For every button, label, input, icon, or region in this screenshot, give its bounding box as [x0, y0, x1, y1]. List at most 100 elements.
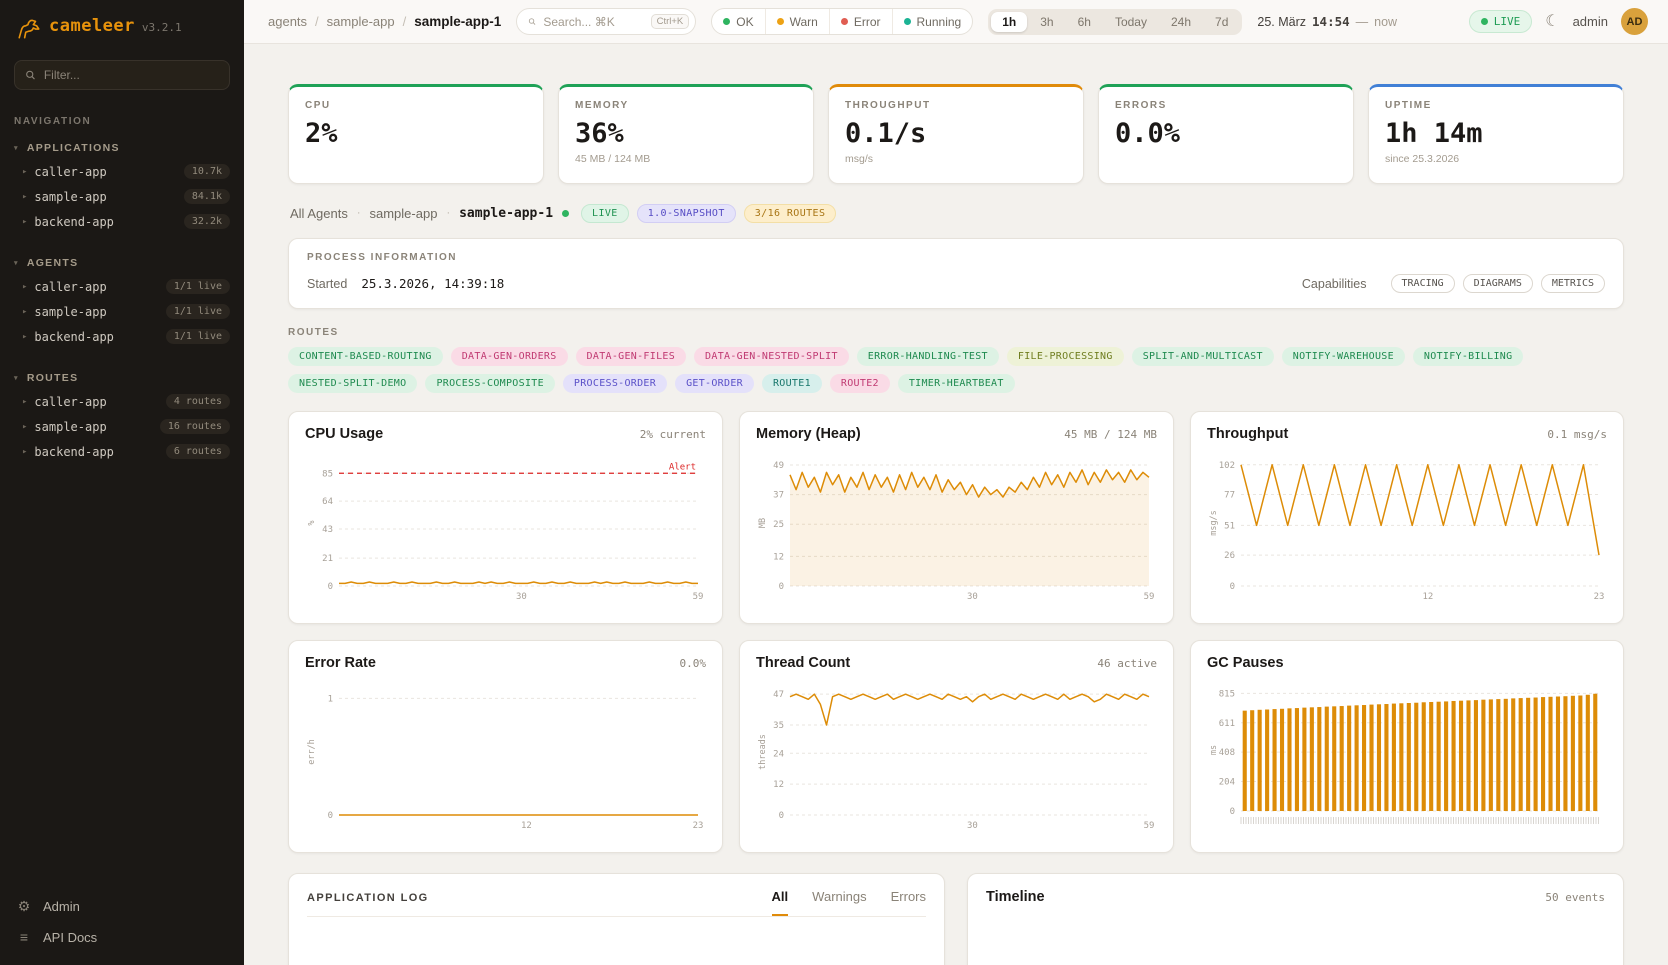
route-chip-split-and-multicast[interactable]: SPLIT-AND-MULTICAST — [1132, 347, 1274, 366]
chart-svg-gc-pauses: 0204408611815ms — [1207, 679, 1607, 831]
datetime-picker[interactable]: 25. März 14:54 — now — [1257, 14, 1397, 29]
date-label: 25. März — [1257, 15, 1306, 29]
status-filter-ok[interactable]: OK — [712, 9, 765, 34]
log-tab-warnings[interactable]: Warnings — [812, 889, 866, 916]
range-button-1h[interactable]: 1h — [991, 12, 1027, 32]
sidebar-item-backend-app[interactable]: ▸backend-app32.2k — [0, 209, 244, 234]
route-chip-get-order[interactable]: GET-ORDER — [675, 374, 754, 393]
section-label: APPLICATIONS — [27, 142, 120, 154]
route-chip-process-composite[interactable]: PROCESS-COMPOSITE — [425, 374, 554, 393]
route-chip-route2[interactable]: ROUTE2 — [830, 374, 890, 393]
stat-card-errors: ERRORS0.0% — [1098, 84, 1354, 184]
search-input[interactable] — [543, 15, 643, 29]
range-button-7d[interactable]: 7d — [1204, 12, 1239, 32]
section-label: ROUTES — [27, 372, 79, 384]
global-search[interactable]: Ctrl+K — [516, 8, 696, 35]
svg-text:ms: ms — [1209, 745, 1219, 755]
status-dot — [841, 18, 848, 25]
capabilities: Capabilities TRACINGDIAGRAMSMETRICS — [1302, 274, 1605, 293]
svg-text:25: 25 — [773, 520, 784, 530]
timeline-events-count: 50 events — [1545, 891, 1605, 904]
sidebar-item-sample-app[interactable]: ▸sample-app84.1k — [0, 184, 244, 209]
capabilities-chips: TRACINGDIAGRAMSMETRICS — [1391, 274, 1605, 293]
range-button-3h[interactable]: 3h — [1029, 12, 1064, 32]
agent-live-dot — [562, 210, 569, 217]
search-icon — [528, 15, 536, 28]
section-header-applications[interactable]: ▾APPLICATIONS — [0, 137, 244, 159]
route-chip-process-order[interactable]: PROCESS-ORDER — [563, 374, 667, 393]
route-chip-notify-warehouse[interactable]: NOTIFY-WAREHOUSE — [1282, 347, 1405, 366]
range-button-24h[interactable]: 24h — [1160, 12, 1202, 32]
breadcrumb-separator: / — [315, 14, 319, 29]
route-chip-nested-split-demo[interactable]: NESTED-SPLIT-DEMO — [288, 374, 417, 393]
capability-diagrams: DIAGRAMS — [1463, 274, 1533, 293]
stat-label: MEMORY — [575, 100, 797, 111]
sidebar-item-sample-app[interactable]: ▸sample-app1/1 live — [0, 299, 244, 324]
agent-crumb-all-agents[interactable]: All Agents — [290, 206, 348, 221]
application-log-card: APPLICATION LOG AllWarningsErrors — [288, 873, 945, 965]
app-logo[interactable]: cameleer v3.2.1 — [0, 0, 244, 54]
sidebar-item-api-docs[interactable]: ≡ API Docs — [16, 929, 228, 945]
svg-text:77: 77 — [1224, 490, 1235, 500]
status-label: OK — [736, 15, 753, 29]
avatar[interactable]: AD — [1621, 8, 1648, 35]
stat-value: 2% — [305, 118, 527, 149]
route-chip-data-gen-nested-split[interactable]: DATA-GEN-NESTED-SPLIT — [694, 347, 849, 366]
section-header-agents[interactable]: ▾AGENTS — [0, 252, 244, 274]
stat-card-cpu: CPU2% — [288, 84, 544, 184]
sidebar-section-agents: ▾AGENTS▸caller-app1/1 live▸sample-app1/1… — [0, 252, 244, 349]
sidebar-item-backend-app[interactable]: ▸backend-app1/1 live — [0, 324, 244, 349]
breadcrumb-sample-app[interactable]: sample-app — [327, 14, 395, 29]
application-log-header: APPLICATION LOG AllWarningsErrors — [307, 889, 926, 917]
chart-title-thread-count: Thread Count — [756, 655, 850, 671]
route-chip-notify-billing[interactable]: NOTIFY-BILLING — [1413, 347, 1524, 366]
chart-meta-memory-heap: 45 MB / 124 MB — [1064, 428, 1157, 441]
timeline-card: Timeline 50 events — [967, 873, 1624, 965]
status-filter-error[interactable]: Error — [830, 9, 893, 34]
range-button-6h[interactable]: 6h — [1067, 12, 1102, 32]
chart-plot-throughput[interactable]: 02651771021223msg/s — [1207, 450, 1607, 602]
filter-input[interactable] — [44, 68, 219, 82]
svg-text:49: 49 — [773, 461, 784, 471]
sidebar-item-caller-app[interactable]: ▸caller-app1/1 live — [0, 274, 244, 299]
status-filter-running[interactable]: Running — [893, 9, 973, 34]
theme-toggle[interactable]: ☾ — [1545, 14, 1559, 30]
log-tab-errors[interactable]: Errors — [891, 889, 926, 916]
log-tab-all[interactable]: All — [772, 889, 789, 916]
breadcrumb-agents[interactable]: agents — [268, 14, 307, 29]
route-chip-content-based-routing[interactable]: CONTENT-BASED-ROUTING — [288, 347, 443, 366]
route-chip-timer-heartbeat[interactable]: TIMER-HEARTBEAT — [898, 374, 1015, 393]
route-chip-data-gen-orders[interactable]: DATA-GEN-ORDERS — [451, 347, 568, 366]
chart-plot-error-rate[interactable]: 011223err/h — [305, 679, 706, 831]
svg-text:0: 0 — [328, 582, 333, 592]
route-chip-route1[interactable]: ROUTE1 — [762, 374, 822, 393]
time-range-group: 1h3h6hToday24h7d — [988, 9, 1242, 35]
chart-plot-memory-heap[interactable]: 0122537493059MB — [756, 450, 1157, 602]
agent-crumb-sample-app[interactable]: sample-app — [370, 206, 438, 221]
route-chip-error-handling-test[interactable]: ERROR-HANDLING-TEST — [857, 347, 999, 366]
sidebar-item-sample-app[interactable]: ▸sample-app16 routes — [0, 414, 244, 439]
moon-icon: ☾ — [1545, 13, 1559, 30]
chart-plot-gc-pauses[interactable]: 0204408611815ms — [1207, 679, 1607, 831]
status-dot — [723, 18, 730, 25]
svg-text:85: 85 — [322, 469, 333, 479]
dash-separator: — — [1356, 15, 1369, 29]
sidebar-item-label: caller-app — [34, 395, 106, 409]
sidebar-item-caller-app[interactable]: ▸caller-app10.7k — [0, 159, 244, 184]
stat-card-throughput: THROUGHPUT0.1/smsg/s — [828, 84, 1084, 184]
chart-plot-cpu-usage[interactable]: 0214364853059%Alert — [305, 450, 706, 602]
sidebar-item-caller-app[interactable]: ▸caller-app4 routes — [0, 389, 244, 414]
chart-plot-thread-count[interactable]: 0122435473059threads — [756, 679, 1157, 831]
sidebar-item-label: caller-app — [34, 165, 106, 179]
sidebar-item-backend-app[interactable]: ▸backend-app6 routes — [0, 439, 244, 464]
section-header-routes[interactable]: ▾ROUTES — [0, 367, 244, 389]
now-label: now — [1374, 15, 1397, 29]
range-button-today[interactable]: Today — [1104, 12, 1158, 32]
route-chip-file-processing[interactable]: FILE-PROCESSING — [1007, 347, 1124, 366]
section-caret-icon: ▾ — [14, 259, 19, 267]
sidebar-item-admin[interactable]: ⚙ Admin — [16, 898, 228, 915]
chart-meta-cpu-usage: 2% current — [640, 428, 706, 441]
route-chip-data-gen-files[interactable]: DATA-GEN-FILES — [576, 347, 687, 366]
status-filter-warn[interactable]: Warn — [766, 9, 830, 34]
svg-text:0: 0 — [779, 582, 784, 592]
